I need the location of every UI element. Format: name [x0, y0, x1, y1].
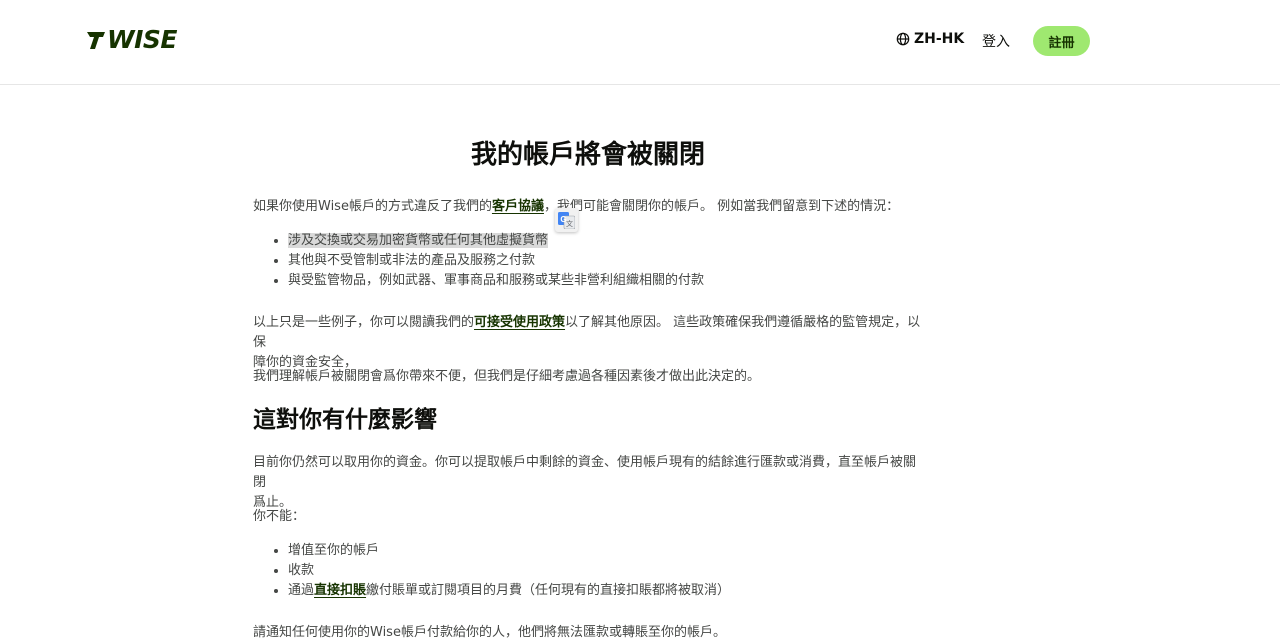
intro-text-after: ，我們可能會關閉你的帳戶。 例如當我們留意到下述的情況：	[543, 199, 900, 214]
cannot-list: 增值至你的帳戶 收款 通過直接扣賬繳付賬單或訂閱項目的月費（任何現有的直接扣賬都…	[273, 541, 730, 601]
list-item: 收款	[288, 561, 730, 581]
page-title: 我的帳戶將會被關閉	[470, 140, 705, 170]
cannot-label: 你不能：	[253, 509, 306, 524]
highlighted-text: 涉及交換或交易加密貨幣或任何其他虛擬貨幣	[288, 233, 549, 248]
section-title: 這對你有什麼影響	[253, 407, 437, 433]
list-item: 涉及交換或交易加密貨幣或任何其他虛擬貨幣	[288, 231, 704, 251]
notify-paragraph: 請通知任何使用你的Wise帳戶付款給你的人，他們將無法匯款或轉賬至你的帳戶。	[253, 625, 726, 640]
list-item: 通過直接扣賬繳付賬單或訂閱項目的月費（任何現有的直接扣賬都將被取消）	[288, 581, 730, 601]
svg-text:文: 文	[566, 219, 573, 228]
funds-line1: 目前你仍然可以取用你的資金。你可以提取帳戶中剩餘的資金、使用帳戶現有的結餘進行匯…	[253, 455, 917, 490]
login-link[interactable]: 登入	[982, 31, 1010, 51]
examples-text-before: 以上只是一些例子，你可以閱讀我們的	[253, 315, 475, 330]
direct-debit-link[interactable]: 直接扣賬	[314, 583, 366, 598]
site-header: WISE ZH-HK 登入 註冊	[0, 0, 1280, 85]
translate-glyph-icon: G 文	[558, 211, 575, 229]
acceptable-use-policy-link[interactable]: 可接受使用政策	[474, 315, 565, 330]
google-translate-icon[interactable]: G 文	[555, 208, 578, 232]
list-item: 與受監管物品，例如武器、軍事商品和服務或某些非營利組織相關的付款	[288, 271, 704, 291]
signup-button[interactable]: 註冊	[1033, 26, 1090, 56]
item3-after: 繳付賬單或訂閱項目的月費（任何現有的直接扣賬都將被取消）	[366, 583, 731, 598]
intro-paragraph: 如果你使用Wise帳戶的方式違反了我們的客戶協議，我們可能會關閉你的帳戶。 例如…	[253, 197, 923, 217]
list-item: 其他與不受管制或非法的產品及服務之付款	[288, 251, 704, 271]
reasons-list: 涉及交換或交易加密貨幣或任何其他虛擬貨幣 其他與不受管制或非法的產品及服務之付款…	[273, 231, 704, 291]
language-label: ZH-HK	[914, 31, 965, 47]
item3-before: 通過	[288, 583, 315, 598]
customer-agreement-link[interactable]: 客戶協議	[492, 199, 544, 214]
examples-paragraph: 以上只是一些例子，你可以閱讀我們的可接受使用政策以了解其他原因。 這些政策確保我…	[253, 313, 923, 373]
wise-flag-icon	[87, 32, 105, 49]
logo-text: WISE	[107, 25, 177, 54]
intro-text-before: 如果你使用Wise帳戶的方式違反了我們的	[253, 199, 492, 214]
globe-icon	[896, 32, 910, 46]
funds-paragraph: 目前你仍然可以取用你的資金。你可以提取帳戶中剩餘的資金、使用帳戶現有的結餘進行匯…	[253, 453, 923, 513]
wise-logo[interactable]: WISE	[86, 25, 177, 54]
understand-paragraph: 我們理解帳戶被關閉會爲你帶來不便，但我們是仔細考慮過各種因素後才做出此決定的。	[253, 369, 761, 384]
list-item: 增值至你的帳戶	[288, 541, 730, 561]
language-selector[interactable]: ZH-HK	[896, 31, 964, 47]
